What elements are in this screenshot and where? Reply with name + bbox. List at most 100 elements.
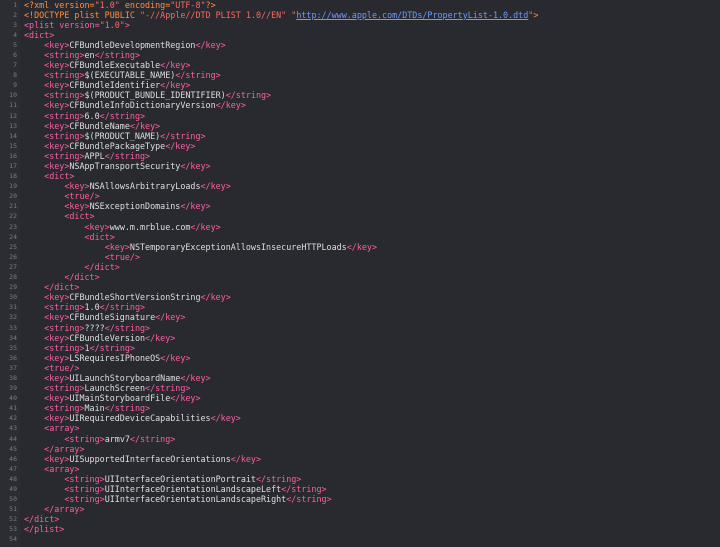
xml-tag: <key> [44, 80, 70, 91]
code-line[interactable]: 34 <key>CFBundleVersion</key> [0, 333, 720, 343]
line-number: 12 [9, 111, 17, 120]
code-line[interactable]: 42 <key>UIRequiredDeviceCapabilities</ke… [0, 413, 720, 423]
code-line[interactable]: 7 <key>CFBundleExecutable</key> [0, 60, 720, 70]
code-line[interactable]: 3 <plist version="1.0"> [0, 20, 720, 30]
line-number: 27 [9, 262, 17, 271]
code-line[interactable]: 49 <string>UIInterfaceOrientationLandsca… [0, 484, 720, 494]
code-line[interactable]: 53 </plist> [0, 524, 720, 534]
code-line[interactable]: 25 <key>NSTemporaryExceptionAllowsInsecu… [0, 242, 720, 252]
line-number: 20 [9, 192, 17, 201]
code-line[interactable]: 32 <key>CFBundleSignature</key> [0, 312, 720, 322]
code-line[interactable]: 47 <array> [0, 464, 720, 474]
code-line[interactable]: 15 <key>CFBundlePackageType</key> [0, 141, 720, 151]
xml-value: LaunchScreen [84, 383, 146, 394]
xml-tag: <string> [44, 150, 85, 161]
line-number: 13 [9, 121, 17, 130]
code-line[interactable]: 10 <string>$(PRODUCT_BUNDLE_IDENTIFIER)<… [0, 90, 720, 100]
code-line[interactable]: 6 <string>en</string> [0, 50, 720, 60]
line-number: 5 [13, 40, 17, 49]
xml-tag: <key> [44, 292, 70, 303]
xml-tag: <true/> [64, 191, 100, 202]
code-line[interactable]: 4 <dict> [0, 30, 720, 40]
xml-tag: </string> [225, 90, 272, 101]
code-line[interactable]: 5 <key>CFBundleDevelopmentRegion</key> [0, 40, 720, 50]
url-link[interactable]: http://www.apple.com/DTDs/PropertyList-1… [296, 10, 528, 20]
code-line[interactable]: 38 <key>UILaunchStoryboardName</key> [0, 373, 720, 383]
line-number: 18 [9, 172, 17, 181]
code-line[interactable]: 43 <array> [0, 423, 720, 433]
xml-tag: <key> [44, 140, 70, 151]
code-line[interactable]: 12 <string>6.0</string> [0, 111, 720, 121]
code-line[interactable]: 19 <key>NSAllowsArbitraryLoads</key> [0, 181, 720, 191]
line-number: 22 [9, 212, 17, 221]
code-line[interactable]: 30 <key>CFBundleShortVersionString</key> [0, 292, 720, 302]
xml-value: UIInterfaceOrientationLandscapeLeft [104, 484, 282, 494]
code-line[interactable]: 21 <key>NSExceptionDomains</key> [0, 201, 720, 211]
code-line[interactable]: 50 <string>UIInterfaceOrientationLandsca… [0, 494, 720, 504]
xml-tag: <string> [44, 90, 85, 101]
code-line[interactable]: 14 <string>$(PRODUCT_NAME)</string> [0, 131, 720, 141]
xml-tag: <string> [64, 494, 105, 505]
code-line[interactable]: 29 </dict> [0, 282, 720, 292]
code-text: <array> [24, 423, 79, 433]
code-line[interactable]: 37 <true/> [0, 363, 720, 373]
code-line[interactable]: 13 <key>CFBundleName</key> [0, 121, 720, 131]
code-line[interactable]: 54 [0, 534, 720, 544]
code-editor[interactable]: 1 <?xml version="1.0" encoding="UTF-8"?> 2… [0, 0, 720, 547]
code-text: <true/> [24, 252, 140, 262]
xml-tag: </key> [160, 60, 191, 71]
line-number: 54 [9, 535, 17, 544]
code-line[interactable]: 11 <key>CFBundleInfoDictionaryVersion</k… [0, 100, 720, 110]
code-line[interactable]: 46 <key>UISupportedInterfaceOrientations… [0, 454, 720, 464]
code-line[interactable]: 40 <key>UIMainStoryboardFile</key> [0, 393, 720, 403]
code-line[interactable]: 45 </array> [0, 444, 720, 454]
code-text: <key>UIMainStoryboardFile</key> [24, 393, 201, 404]
code-line[interactable]: 2 <!DOCTYPE plist PUBLIC "-//Apple//DTD P… [0, 10, 720, 20]
line-number: 28 [9, 273, 17, 282]
line-number: 21 [9, 202, 17, 211]
code-line[interactable]: 28 </dict> [0, 272, 720, 282]
code-lines: 1 <?xml version="1.0" encoding="UTF-8"?> 2… [0, 0, 720, 545]
code-line[interactable]: 52 </dict> [0, 514, 720, 524]
code-line[interactable]: 27 </dict> [0, 262, 720, 272]
xml-tag: </string> [99, 110, 146, 121]
code-line[interactable]: 20 <true/> [0, 191, 720, 201]
string-literal: "1.0" [99, 19, 125, 30]
code-line[interactable]: 9 <key>CFBundleIdentifier</key> [0, 80, 720, 90]
code-line[interactable]: 51 </array> [0, 504, 720, 514]
code-line[interactable]: 17 <key>NSAppTransportSecurity</key> [0, 161, 720, 171]
code-line[interactable]: 1 <?xml version="1.0" encoding="UTF-8"?> [0, 0, 720, 10]
code-line[interactable]: 39 <string>LaunchScreen</string> [0, 383, 720, 393]
code-line[interactable]: 48 <string>UIInterfaceOrientationPortrai… [0, 474, 720, 484]
code-line[interactable]: 22 <dict> [0, 211, 720, 221]
code-line[interactable]: 31 <string>1.0</string> [0, 302, 720, 312]
code-text: <key>NSExceptionDomains</key> [24, 201, 210, 211]
code-line[interactable]: 23 <key>www.m.mrblue.com</key> [0, 222, 720, 232]
code-line[interactable]: 33 <string>????</string> [0, 323, 720, 333]
code-line[interactable]: 16 <string>APPL</string> [0, 151, 720, 161]
code-line[interactable]: 8 <string>$(EXECUTABLE_NAME)</string> [0, 70, 720, 80]
code-line[interactable]: 24 <dict> [0, 232, 720, 242]
xml-tag: <key> [44, 312, 70, 323]
code-line[interactable]: 41 <string>Main</string> [0, 403, 720, 413]
code-line[interactable]: 26 <true/> [0, 252, 720, 262]
line-number: 31 [9, 303, 17, 312]
code-text: <string>$(PRODUCT_BUNDLE_IDENTIFIER)</st… [24, 90, 271, 100]
code-line[interactable]: 44 <string>armv7</string> [0, 434, 720, 444]
xml-tag: <key> [44, 39, 70, 50]
code-line[interactable]: 18 <dict> [0, 171, 720, 181]
xml-value: APPL [84, 150, 105, 161]
line-number: 23 [9, 222, 17, 231]
xml-tag: </key> [170, 393, 201, 404]
code-text: <key>UILaunchStoryboardName</key> [24, 373, 210, 383]
line-number: 19 [9, 182, 17, 191]
code-line[interactable]: 36 <key>LSRequiresIPhoneOS</key> [0, 353, 720, 363]
code-line[interactable]: 35 <string>1</string> [0, 343, 720, 353]
